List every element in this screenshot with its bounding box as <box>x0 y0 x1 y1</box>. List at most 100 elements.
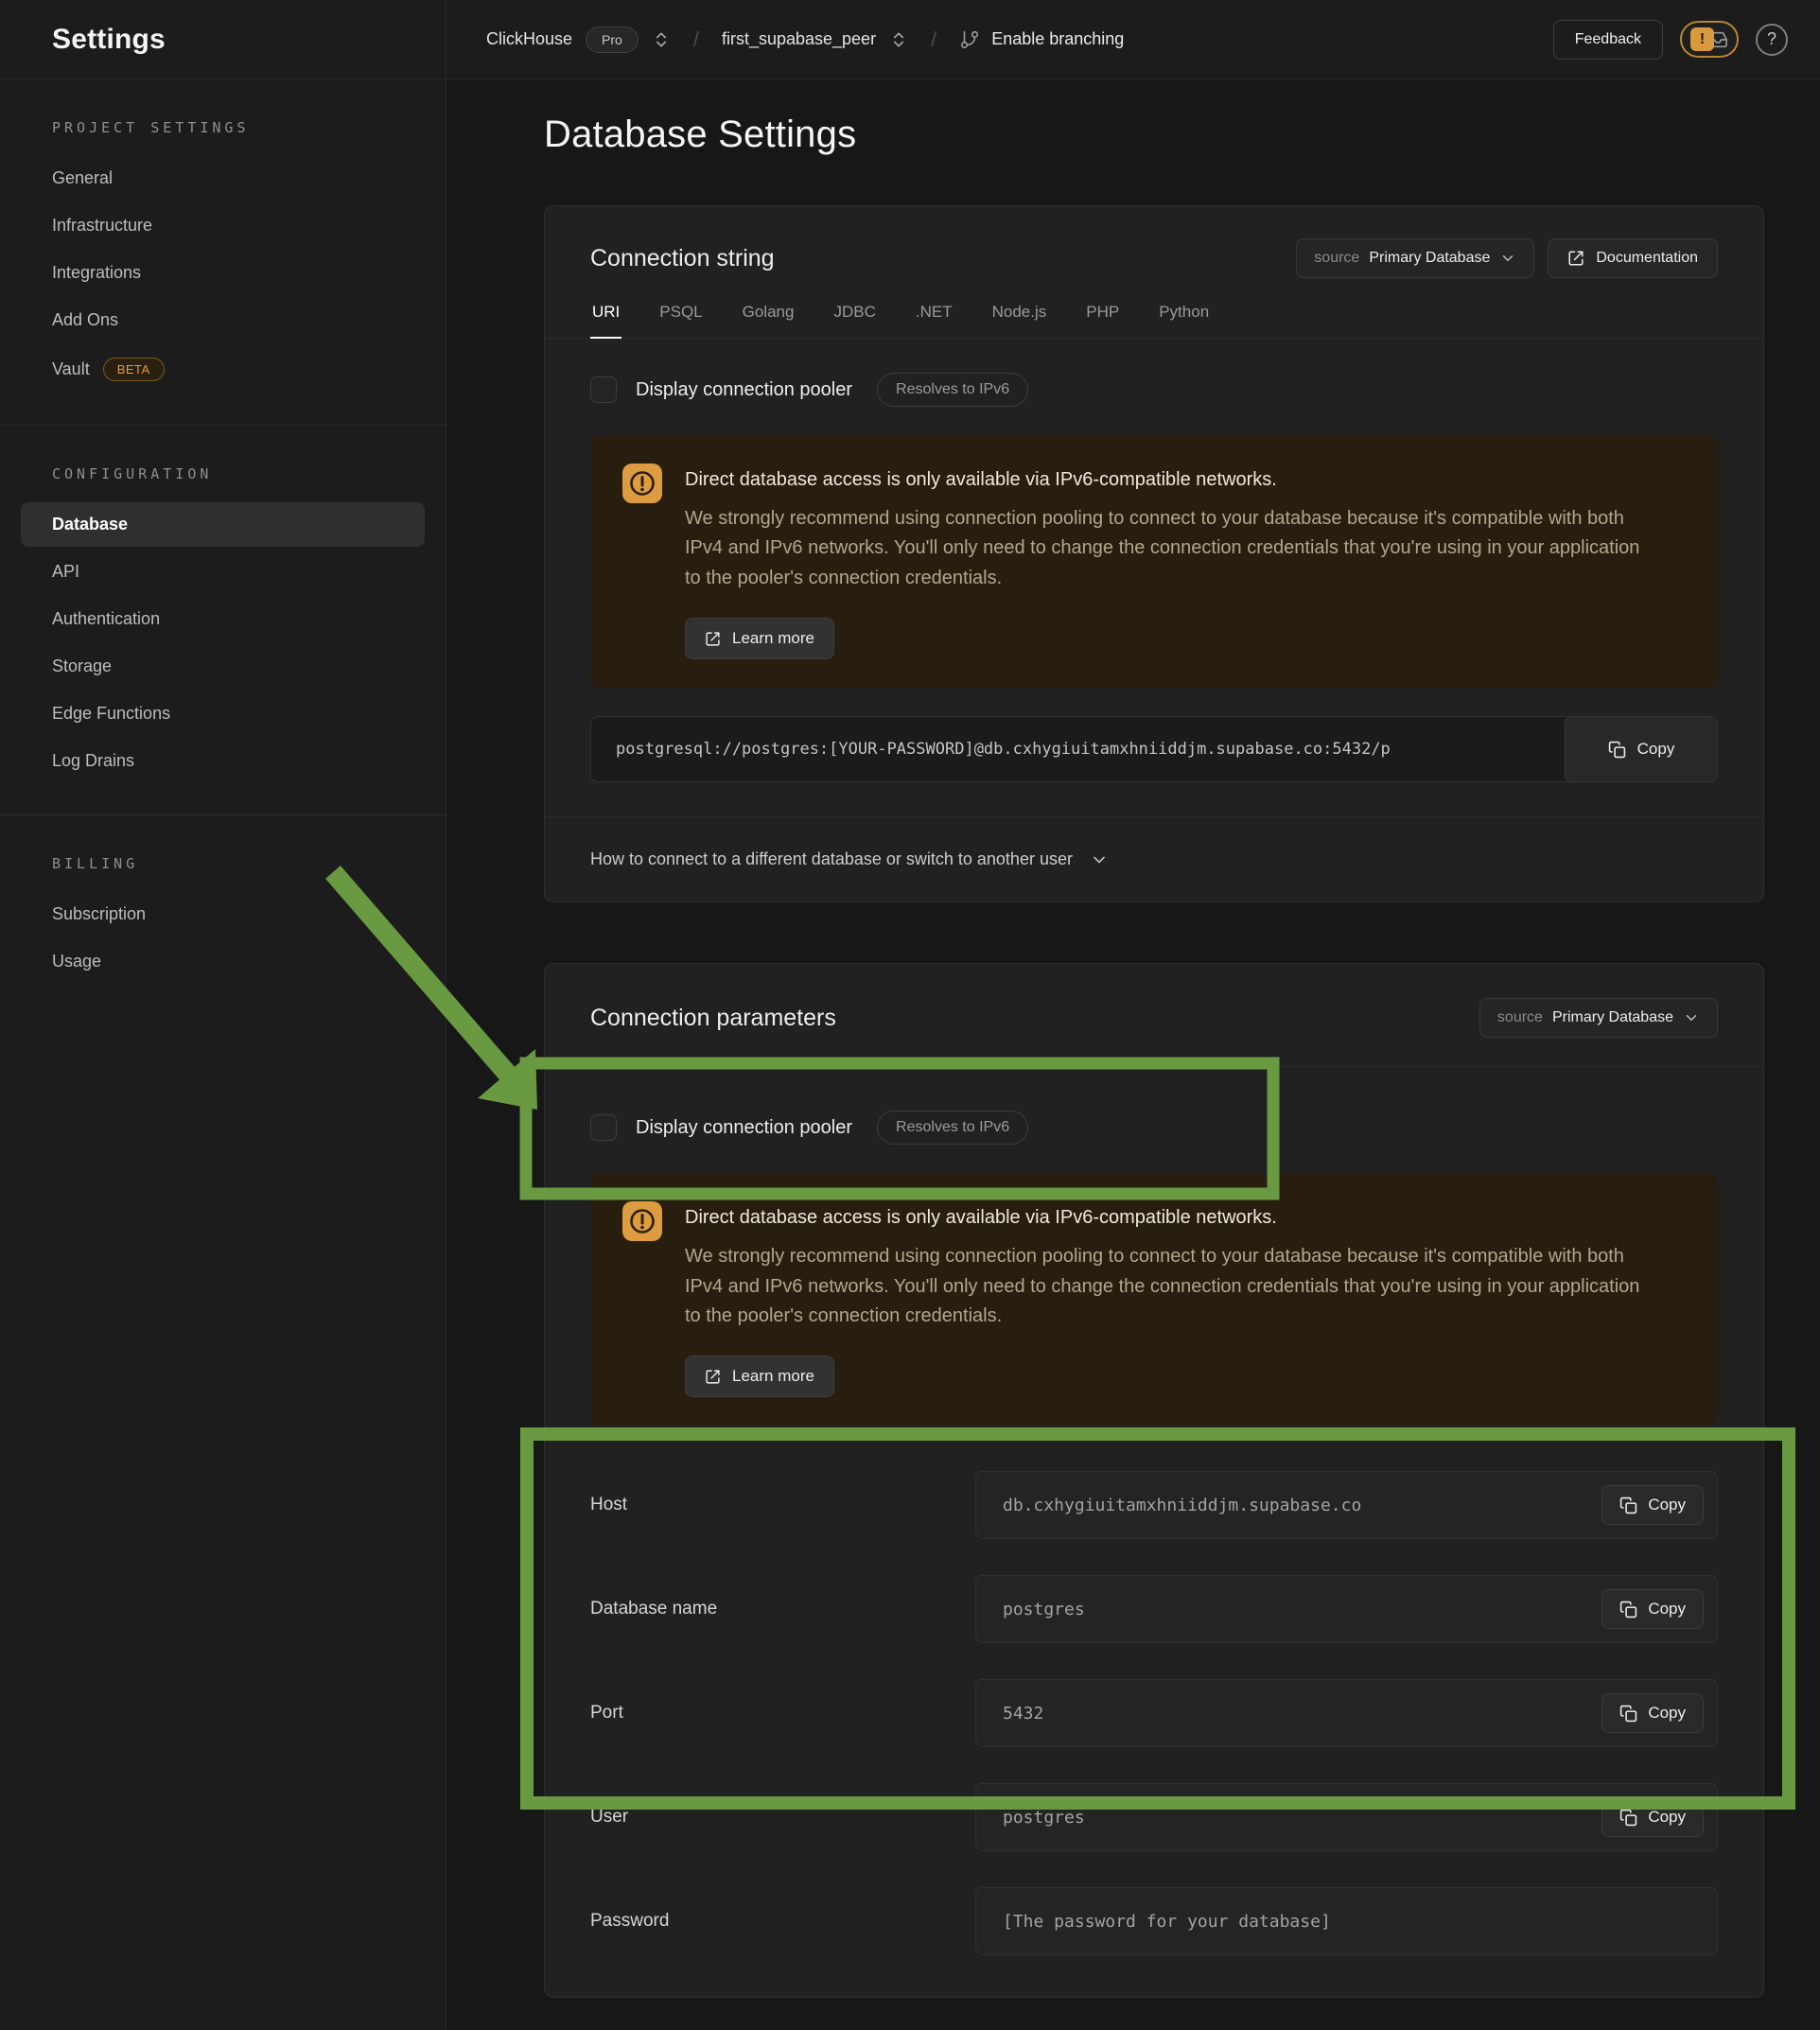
enable-branching-button[interactable]: Enable branching <box>959 29 1124 50</box>
learn-more-label: Learn more <box>732 1367 814 1386</box>
sidebar-item-database[interactable]: Database <box>21 502 425 547</box>
sidebar-item-api[interactable]: API <box>21 550 425 594</box>
pooler-row: Display connection pooler Resolves to IP… <box>590 1111 1718 1145</box>
breadcrumb-project[interactable]: first_supabase_peer <box>722 29 876 49</box>
copy-label: Copy <box>1648 1600 1686 1619</box>
copy-label: Copy <box>1648 1808 1686 1827</box>
pooler-label: Display connection pooler <box>636 379 852 401</box>
copy-label: Copy <box>1648 1704 1686 1723</box>
org-switcher-icon[interactable] <box>652 30 671 49</box>
sidebar-item-general[interactable]: General <box>21 156 425 201</box>
sidebar-item-authentication[interactable]: Authentication <box>21 597 425 641</box>
copy-uri-button[interactable]: Copy <box>1565 716 1718 782</box>
top-bar: Settings ClickHouse Pro / first_supabase… <box>0 0 1820 79</box>
connection-uri-value: postgresql://postgres:[YOUR-PASSWORD]@db… <box>616 740 1391 759</box>
sidebar-item-subscription[interactable]: Subscription <box>21 892 425 936</box>
breadcrumb-separator: / <box>693 27 699 52</box>
tab-uri[interactable]: URI <box>590 303 621 339</box>
sidebar-item-storage[interactable]: Storage <box>21 644 425 689</box>
sidebar-item-label: Integrations <box>52 263 141 283</box>
topbar-actions: Feedback ! ? <box>1553 20 1788 60</box>
tab-psql[interactable]: PSQL <box>657 303 704 339</box>
copy-port-button[interactable]: Copy <box>1601 1693 1704 1733</box>
ipv6-warning-callout: Direct database access is only available… <box>590 1173 1718 1426</box>
sidebar-item-label: Log Drains <box>52 751 134 771</box>
field-label: Database name <box>590 1599 975 1619</box>
enable-branching-label: Enable branching <box>991 29 1124 49</box>
external-link-icon <box>1567 250 1584 267</box>
sidebar-item-label: Authentication <box>52 609 160 629</box>
tab-python[interactable]: Python <box>1157 303 1211 339</box>
project-switcher-icon[interactable] <box>889 30 908 49</box>
sidebar-section-heading: PROJECT SETTINGS <box>21 114 425 153</box>
warning-title: Direct database access is only available… <box>685 469 1645 491</box>
sidebar-item-label: General <box>52 168 113 188</box>
help-button[interactable]: ? <box>1756 24 1788 56</box>
main-content: Database Settings Connection string sour… <box>446 79 1820 2030</box>
sidebar-item-integrations[interactable]: Integrations <box>21 251 425 295</box>
port-field[interactable]: 5432 Copy <box>975 1679 1718 1747</box>
sidebar-item-label: Edge Functions <box>52 704 170 724</box>
source-label: source <box>1497 1009 1543 1026</box>
alert-badge-icon: ! <box>1690 27 1714 51</box>
field-row-password: Password [The password for your database… <box>590 1887 1718 1955</box>
documentation-button[interactable]: Documentation <box>1548 238 1718 278</box>
git-branch-icon <box>959 29 980 50</box>
password-field[interactable]: [The password for your database] <box>975 1887 1718 1955</box>
sidebar-item-vault[interactable]: Vault BETA <box>21 345 425 394</box>
sidebar-item-label: Infrastructure <box>52 216 152 236</box>
page-title: Database Settings <box>544 114 1764 156</box>
database-name-field[interactable]: postgres Copy <box>975 1575 1718 1643</box>
connect-help-expander[interactable]: How to connect to a different database o… <box>545 816 1763 901</box>
host-field[interactable]: db.cxhygiuitamxhniiddjm.supabase.co Copy <box>975 1471 1718 1539</box>
sidebar-section: PROJECT SETTINGS General Infrastructure … <box>0 79 446 425</box>
copy-icon <box>1608 741 1626 759</box>
chevron-down-icon <box>1499 250 1516 267</box>
tab-node-js[interactable]: Node.js <box>990 303 1049 339</box>
field-label: Password <box>590 1911 975 1932</box>
source-label: source <box>1314 250 1359 267</box>
tab-php[interactable]: PHP <box>1084 303 1121 339</box>
tab-jdbc[interactable]: JDBC <box>831 303 877 339</box>
field-row-port: Port 5432 Copy <box>590 1679 1718 1747</box>
warning-icon <box>622 464 662 659</box>
chevron-down-icon <box>1090 850 1109 869</box>
field-label: Port <box>590 1703 975 1724</box>
display-connection-pooler-checkbox[interactable] <box>590 376 617 403</box>
source-select[interactable]: source Primary Database <box>1479 998 1718 1038</box>
display-connection-pooler-checkbox[interactable] <box>590 1114 617 1141</box>
tab-net[interactable]: .NET <box>914 303 954 339</box>
tab-golang[interactable]: Golang <box>741 303 796 339</box>
warning-body: We strongly recommend using connection p… <box>685 504 1645 593</box>
sidebar-item-label: Database <box>52 515 128 534</box>
notifications-button[interactable]: ! <box>1680 21 1739 58</box>
sidebar-item-label: Vault <box>52 359 90 379</box>
external-link-icon <box>705 631 721 647</box>
warning-title: Direct database access is only available… <box>685 1207 1645 1229</box>
learn-more-button[interactable]: Learn more <box>685 1356 834 1397</box>
sidebar-item-add-ons[interactable]: Add Ons <box>21 298 425 342</box>
sidebar-item-label: API <box>52 562 79 582</box>
source-select[interactable]: source Primary Database <box>1296 238 1534 278</box>
user-field[interactable]: postgres Copy <box>975 1783 1718 1851</box>
copy-database-name-button[interactable]: Copy <box>1601 1589 1704 1629</box>
connection-parameters-card: Connection parameters source Primary Dat… <box>544 963 1764 1998</box>
sidebar-item-label: Storage <box>52 656 112 676</box>
sidebar-item-edge-functions[interactable]: Edge Functions <box>21 691 425 736</box>
copy-host-button[interactable]: Copy <box>1601 1485 1704 1525</box>
source-value: Primary Database <box>1369 250 1490 267</box>
settings-title: Settings <box>52 24 166 56</box>
resolves-ipv6-badge: Resolves to IPv6 <box>877 1111 1028 1145</box>
warning-icon <box>622 1201 662 1397</box>
field-label: User <box>590 1807 975 1828</box>
learn-more-button[interactable]: Learn more <box>685 618 834 659</box>
sidebar-items: Database API Authentication Storage Edge… <box>21 502 425 783</box>
beta-badge: BETA <box>103 358 165 381</box>
sidebar-item-log-drains[interactable]: Log Drains <box>21 739 425 783</box>
copy-user-button[interactable]: Copy <box>1601 1797 1704 1837</box>
breadcrumb-org[interactable]: ClickHouse <box>486 29 572 49</box>
sidebar-item-usage[interactable]: Usage <box>21 939 425 984</box>
sidebar-item-infrastructure[interactable]: Infrastructure <box>21 203 425 248</box>
feedback-button[interactable]: Feedback <box>1553 20 1663 60</box>
learn-more-label: Learn more <box>732 629 814 648</box>
